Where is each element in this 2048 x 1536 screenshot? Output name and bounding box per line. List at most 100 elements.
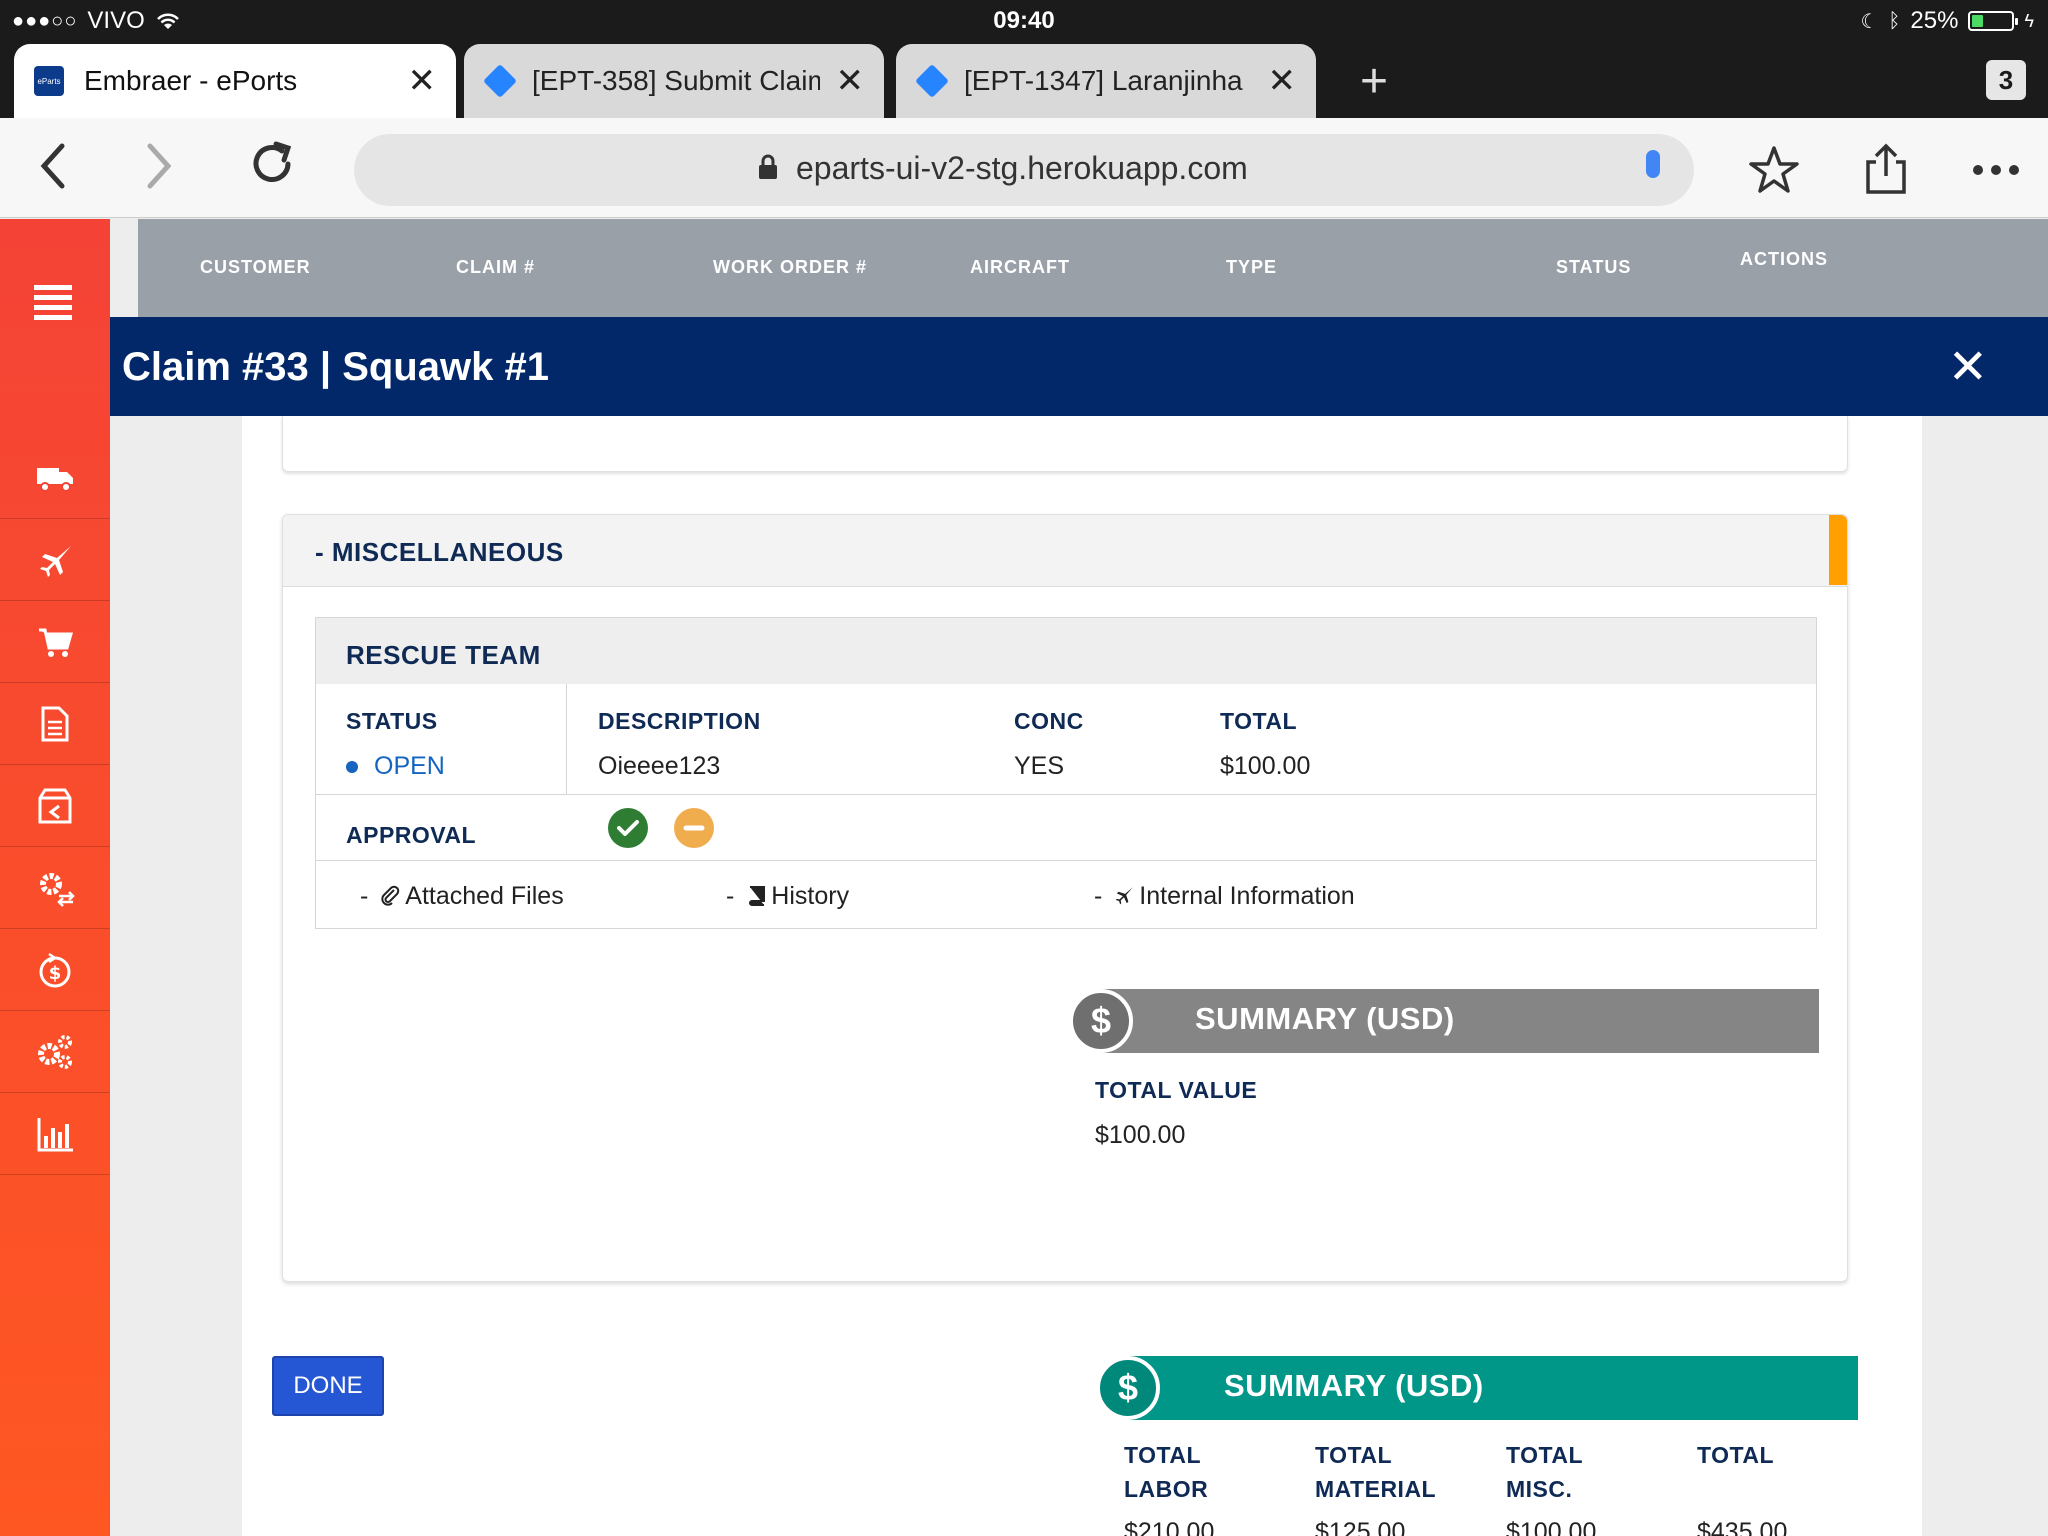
rescue-team-title: RESCUE TEAM — [346, 640, 541, 670]
modal-close-icon[interactable]: ✕ — [1948, 339, 1988, 395]
close-tab-icon[interactable]: ✕ — [408, 61, 437, 101]
grand-total-value: $435.00 — [1697, 1518, 1788, 1536]
internal-information-link[interactable]: - Internal Information — [1094, 882, 1355, 911]
svg-text:$: $ — [49, 963, 62, 984]
gears-icon — [38, 1034, 72, 1069]
truck-icon — [37, 467, 73, 492]
total-material-label-1: TOTAL — [1315, 1442, 1393, 1468]
miscellaneous-card: - MISCELLANEOUS RESCUE TEAM STATUS OPEN … — [282, 514, 1848, 1282]
browser-tab-ept-358[interactable]: [EPT-358] Submit Claim ✕ — [464, 44, 884, 118]
tab-title: [EPT-1347] Laranjinha n — [964, 65, 1252, 96]
shopping-cart-icon — [39, 628, 73, 657]
sidebar-item-finance[interactable]: $ — [0, 929, 110, 1011]
address-bar[interactable]: eparts-ui-v2-stg.herokuapp.com — [354, 134, 1694, 206]
rescue-team-item: RESCUE TEAM STATUS OPEN DESCRIPTION Oiee… — [315, 617, 1817, 929]
total-misc-value: $100.00 — [1506, 1518, 1597, 1536]
total-value-amount: $100.00 — [1095, 1121, 1186, 1149]
lock-icon — [759, 154, 777, 179]
status-dot-icon — [346, 761, 358, 774]
claim-summary-bar: $ SUMMARY (USD) — [1096, 1356, 1858, 1420]
menu-hamburger-icon[interactable] — [34, 285, 72, 325]
document-icon — [41, 706, 69, 741]
divider — [316, 794, 1816, 795]
misc-summary-bar: $ SUMMARY (USD) — [1069, 989, 1819, 1053]
approval-label: APPROVAL — [346, 822, 477, 848]
tab-title: Embraer - ePorts — [84, 65, 298, 96]
modal-title: Claim #33 | Squawk #1 — [122, 345, 549, 389]
box-return-icon — [38, 788, 72, 823]
browser-tab-eparts[interactable]: eParts Embraer - ePorts ✕ — [14, 44, 456, 118]
col-claim: CLAIM # — [456, 257, 535, 277]
attached-files-link[interactable]: - Attached Files — [360, 882, 564, 911]
col-type: TYPE — [1226, 257, 1278, 277]
tab-title: [EPT-358] Submit Claim — [532, 65, 820, 96]
dollar-cycle-icon: $ — [39, 952, 71, 987]
total-misc-label-2: MISC. — [1506, 1476, 1573, 1502]
airplane-icon — [1116, 887, 1134, 905]
status-value: OPEN — [346, 752, 445, 781]
total-value-label: TOTAL VALUE — [1095, 1077, 1258, 1103]
conc-value: YES — [1014, 752, 1065, 780]
sidebar-item-documents[interactable] — [0, 683, 110, 765]
claim-summary-title: SUMMARY (USD) — [1224, 1368, 1484, 1403]
back-icon[interactable] — [38, 138, 68, 205]
total-label: TOTAL — [1220, 708, 1298, 734]
airplane-icon — [40, 545, 71, 577]
col-status: STATUS — [1556, 257, 1632, 277]
battery-percent: 25% — [1910, 7, 1959, 34]
miscellaneous-title: - MISCELLANEOUS — [315, 537, 564, 567]
jira-favicon-icon — [483, 64, 517, 98]
status-flag — [1829, 515, 1847, 585]
share-icon[interactable] — [1858, 142, 1914, 198]
book-icon — [749, 886, 766, 906]
browser-tab-bar: eParts Embraer - ePorts ✕ [EPT-358] Subm… — [0, 42, 2048, 118]
total-material-value: $125.00 — [1315, 1518, 1406, 1536]
browser-tab-ept-1347[interactable]: [EPT-1347] Laranjinha n ✕ — [896, 44, 1316, 118]
description-label: DESCRIPTION — [598, 708, 761, 734]
dollar-icon: $ — [1096, 1356, 1160, 1420]
miscellaneous-header[interactable]: - MISCELLANEOUS — [283, 515, 1847, 587]
previous-section-card — [282, 416, 1848, 472]
app-sidebar: $ — [0, 219, 110, 1536]
total-value: $100.00 — [1220, 752, 1311, 780]
sidebar-item-cart[interactable] — [0, 601, 110, 683]
total-misc-label-1: TOTAL — [1506, 1442, 1584, 1468]
moon-icon: ☾ — [1860, 10, 1879, 33]
new-tab-icon[interactable]: + — [1360, 54, 1388, 109]
conc-label: CONC — [1014, 708, 1084, 734]
reload-icon[interactable] — [246, 138, 298, 201]
done-button[interactable]: DONE — [272, 1356, 384, 1416]
approve-check-icon[interactable] — [608, 808, 648, 848]
close-tab-icon[interactable]: ✕ — [1268, 61, 1297, 101]
url-text: eparts-ui-v2-stg.herokuapp.com — [796, 150, 1248, 186]
modal-header: Claim #33 | Squawk #1 ✕ — [110, 317, 2048, 416]
battery-icon — [1968, 11, 2019, 31]
sidebar-item-exchange[interactable] — [0, 847, 110, 929]
tab-count-badge[interactable]: 3 — [1986, 60, 2026, 100]
bookmark-star-icon[interactable] — [1746, 142, 1802, 198]
sidebar-item-aircraft[interactable] — [0, 519, 110, 601]
divider — [316, 860, 1816, 861]
forward-icon[interactable] — [144, 138, 174, 205]
sidebar-item-delivery[interactable] — [0, 437, 110, 519]
close-tab-icon[interactable]: ✕ — [836, 61, 865, 101]
misc-summary-title: SUMMARY (USD) — [1195, 1001, 1455, 1036]
divider — [566, 684, 567, 794]
sidebar-item-reports[interactable] — [0, 1093, 110, 1175]
total-labor-label-1: TOTAL — [1124, 1442, 1202, 1468]
sidebar-item-settings[interactable] — [0, 1011, 110, 1093]
sidebar-item-returns[interactable] — [0, 765, 110, 847]
jira-favicon-icon — [915, 64, 949, 98]
history-link[interactable]: - History — [726, 882, 849, 911]
ios-status-bar: ●●●○○ VIVO 09:40 ☾ ᛒ 25% ϟ — [0, 0, 2048, 42]
total-material-label-2: MATERIAL — [1315, 1476, 1437, 1502]
bluetooth-icon: ᛒ — [1888, 9, 1901, 32]
bar-chart-icon — [37, 1117, 73, 1151]
browser-toolbar: eparts-ui-v2-stg.herokuapp.com — [0, 118, 2048, 218]
pending-minus-icon[interactable] — [674, 808, 714, 848]
gear-exchange-icon — [40, 872, 75, 907]
microphone-icon[interactable] — [1646, 150, 1660, 178]
more-options-icon[interactable] — [1968, 142, 2024, 198]
paperclip-icon — [381, 885, 400, 906]
col-work-order: WORK ORDER # — [713, 257, 868, 277]
